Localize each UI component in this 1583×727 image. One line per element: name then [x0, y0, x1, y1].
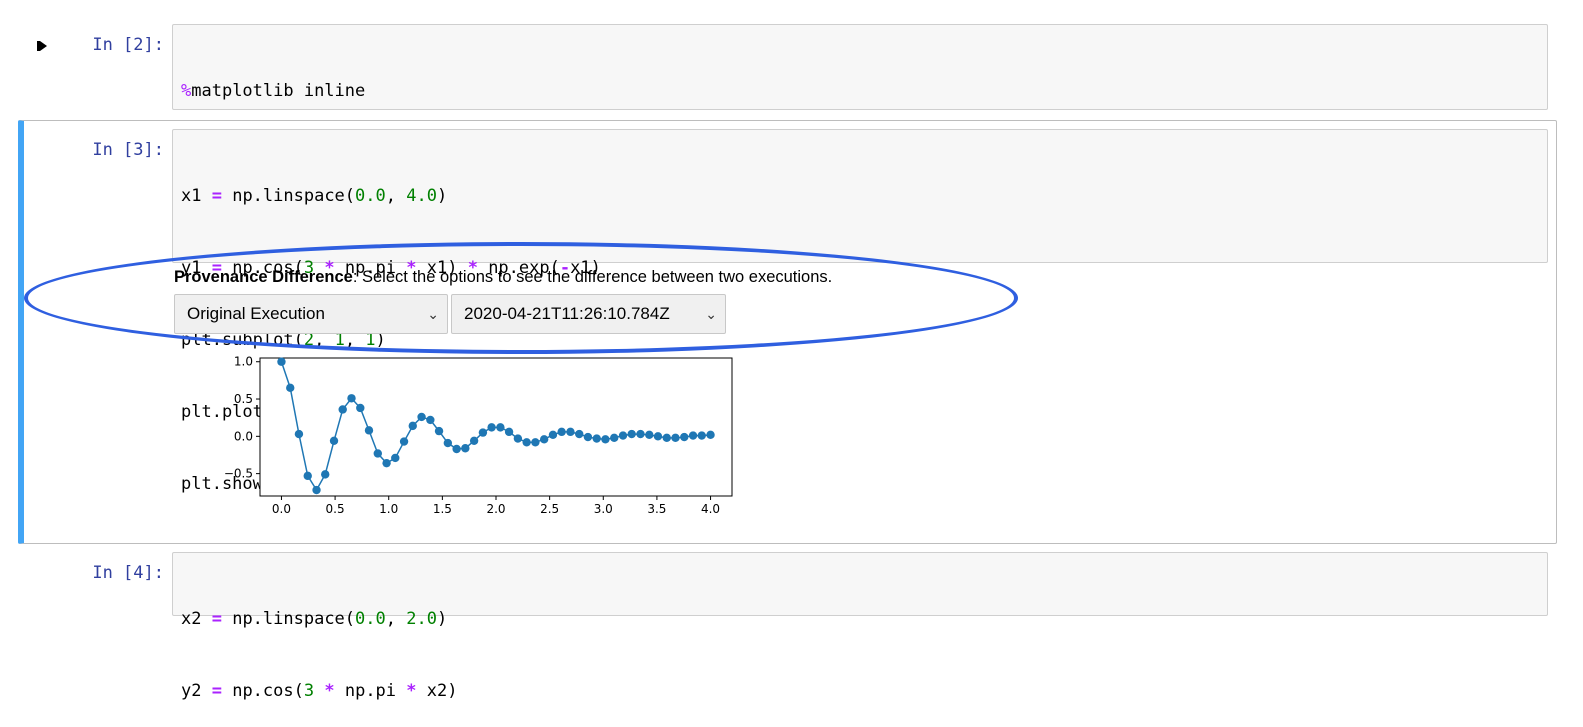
x-tick-label: 2.0: [486, 502, 505, 516]
highlight-annotation-ring: [24, 242, 1018, 354]
code-line: y2 = np.cos(3 * np.pi * x2): [181, 681, 458, 701]
data-point: [592, 434, 601, 443]
data-point: [469, 436, 479, 445]
x-tick-label: 0.0: [272, 502, 291, 516]
data-point: [548, 430, 558, 440]
x-tick-label: 4.0: [701, 502, 720, 516]
data-point: [443, 438, 453, 448]
y-tick-label: 0.0: [234, 429, 253, 443]
data-point: [618, 431, 628, 440]
x-tick-label: 0.5: [326, 502, 345, 516]
data-point: [697, 431, 706, 440]
data-point: [671, 433, 680, 443]
data-point: [610, 433, 619, 443]
data-point: [539, 435, 549, 444]
data-point: [680, 432, 689, 442]
x-tick-label: 1.0: [379, 502, 398, 516]
output-plot: 0.0 0.5 1.0 1.5 2.0 2.5 3.0 3.5 4.0 1.0 0.5 0.0 −0.5: [220, 350, 760, 530]
data-point: [321, 470, 330, 479]
x-tick-label: 3.5: [647, 502, 666, 516]
data-point: [338, 405, 347, 414]
y-tick-label: 0.5: [234, 392, 253, 406]
data-point: [382, 458, 391, 468]
x-tick-label: 3.0: [594, 502, 613, 516]
cell-prompt: In [4]:: [92, 563, 164, 583]
code-cell-input[interactable]: x2 = np.linspace(0.0, 2.0) y2 = np.cos(3…: [172, 552, 1548, 701]
data-point: [504, 427, 514, 437]
data-point: [294, 429, 304, 439]
data-point: [277, 357, 286, 366]
data-point: [531, 438, 540, 447]
data-point: [627, 429, 636, 439]
data-point: [364, 426, 374, 435]
data-point: [557, 427, 566, 437]
data-point: [408, 421, 417, 431]
data-point: [303, 471, 312, 481]
line-chart: 0.0 0.5 1.0 1.5 2.0 2.5 3.0 3.5 4.0 1.0 0.5 0.0 −0.5: [224, 355, 733, 516]
skip-to-run-icon[interactable]: [34, 38, 50, 54]
data-point: [706, 430, 715, 440]
data-point: [653, 432, 663, 441]
data-point: [496, 423, 505, 432]
data-point: [566, 427, 575, 437]
x-tick-label: 1.5: [433, 502, 452, 516]
cell-prompt: In [2]:: [92, 35, 164, 55]
data-point: [461, 444, 470, 453]
data-point: [391, 453, 400, 463]
data-point: [636, 429, 645, 439]
data-point: [347, 394, 356, 403]
data-point: [601, 435, 610, 444]
x-tick-label: 2.5: [540, 502, 559, 516]
data-point: [417, 412, 426, 422]
y-tick-label: 1.0: [234, 355, 253, 369]
data-point: [662, 433, 671, 443]
data-point: [575, 429, 584, 439]
data-point: [645, 430, 654, 440]
data-point: [356, 403, 365, 413]
cell-prompt: In [3]:: [92, 140, 164, 160]
y-tick-label: −0.5: [224, 467, 253, 481]
data-point: [312, 485, 321, 495]
data-point: [434, 426, 444, 436]
data-point: [478, 428, 488, 437]
code-line: x2 = np.linspace(0.0, 2.0): [181, 609, 448, 629]
data-point: [399, 437, 409, 446]
data-point: [452, 444, 461, 454]
data-point: [522, 438, 531, 447]
code-cell-input[interactable]: %matplotlib inline import matplotlib.pyp…: [172, 24, 1548, 245]
data-point: [286, 383, 295, 393]
code-cell-input[interactable]: x1 = np.linspace(0.0, 4.0) y1 = np.cos(3…: [172, 129, 1548, 494]
data-point: [373, 449, 382, 458]
code-line: x1 = np.linspace(0.0, 4.0): [181, 186, 448, 206]
data-point: [513, 434, 523, 443]
data-point: [487, 423, 496, 432]
data-point: [688, 431, 698, 440]
data-point: [426, 415, 435, 425]
data-point: [583, 432, 593, 442]
data-point: [329, 436, 339, 445]
code-line: %matplotlib inline: [181, 81, 366, 101]
